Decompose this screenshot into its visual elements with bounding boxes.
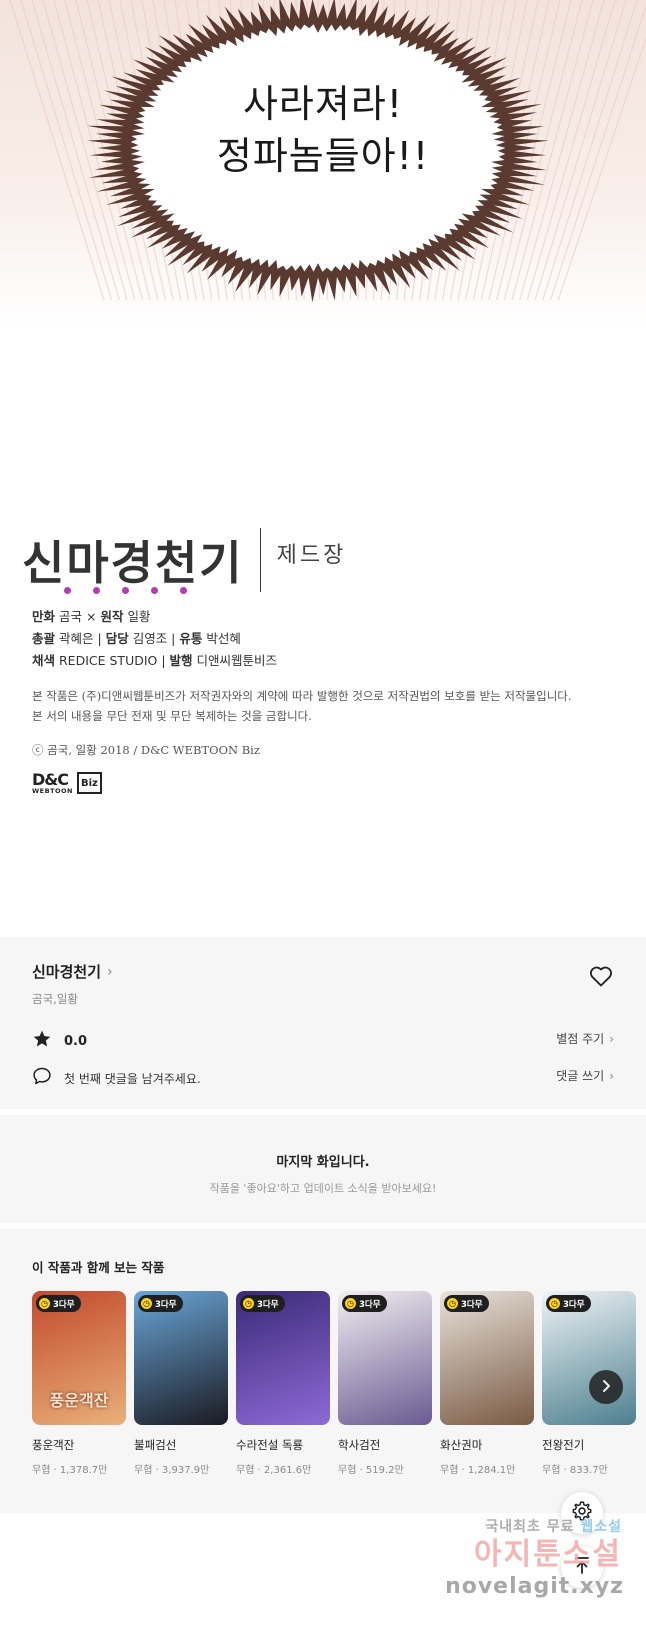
speech-bubble-text: 사라져라! 정파놈들아!!: [0, 78, 646, 182]
title-divider: [259, 528, 261, 592]
chevron-right-icon: ›: [107, 963, 113, 980]
publisher-logo-main: D&C: [32, 770, 69, 789]
notice-line-1: 본 작품은 (주)디앤씨웹툰비즈가 저작권자와의 계약에 따라 발행한 것으로 …: [32, 689, 572, 703]
last-episode-subtitle: 작품을 '좋아요'하고 업데이트 소식을 받아보세요!: [209, 1182, 437, 1195]
clock-icon: ◷: [549, 1298, 560, 1309]
free-badge: ◷ 3다무: [240, 1295, 285, 1312]
recommendation-meta: 무협 · 519.2만: [338, 1465, 404, 1476]
recommendation-meta: 무협 · 1,284.1만: [440, 1465, 516, 1476]
recommendation-thumbnail: ◷ 3다무풍운객잔: [32, 1291, 126, 1425]
chevron-right-icon: ›: [609, 1068, 614, 1083]
recommendation-card[interactable]: ◷ 3다무불패검선무협 · 3,937.9만: [134, 1291, 228, 1476]
free-badge-label: 3다무: [155, 1299, 177, 1310]
last-episode-title: 마지막 화입니다.: [276, 1155, 370, 1170]
comment-icon: [32, 1066, 52, 1090]
star-icon: [32, 1029, 52, 1053]
series-authors: 곰국,일황: [32, 992, 78, 1006]
staff-line-2: 총괄 곽혜은 | 담당 김영조 | 유통 박선혜: [32, 631, 241, 646]
recommendation-thumbnail: ◷ 3다무: [134, 1291, 228, 1425]
free-badge-label: 3다무: [359, 1299, 381, 1310]
recommendation-title: 풍운객잔: [32, 1438, 75, 1452]
recommendation-thumbnail: ◷ 3다무: [236, 1291, 330, 1425]
site-watermark: 국내최초 무료 웹소설 아지툰소설 novelagit.xyz: [440, 1516, 646, 1599]
free-badge: ◷ 3다무: [444, 1295, 489, 1312]
recommendation-title: 학사검전: [338, 1438, 381, 1452]
speech-line-2: 정파놈들아!!: [216, 134, 430, 178]
series-info-card: 신마경천기 › 곰국,일황 0.0 별점 주기 › 첫 번째 댓글을 남겨주세요…: [0, 937, 646, 1109]
rating-value: 0.0: [64, 1033, 88, 1049]
series-logo-text: 신마경천기: [22, 536, 244, 590]
chevron-right-icon: [599, 1378, 613, 1397]
series-title: 신마경천기: [32, 963, 102, 981]
clock-icon: ◷: [243, 1298, 254, 1309]
publisher-logo: D&C WEBTOON Biz: [32, 772, 646, 795]
publisher-logo-sub: WEBTOON: [32, 787, 73, 795]
recommendations-heading: 이 작품과 함께 보는 작품: [32, 1260, 165, 1275]
recommendation-meta: 무협 · 3,937.9만: [134, 1465, 210, 1476]
comment-row: 첫 번째 댓글을 남겨주세요.: [32, 1066, 201, 1090]
comic-panel: 사라져라! 정파놈들아!!: [0, 0, 646, 330]
speech-line-1: 사라져라!: [242, 82, 404, 126]
arrow-up-icon: [572, 1555, 592, 1579]
recommendation-card[interactable]: ◷ 3다무화산권마무협 · 1,284.1만: [440, 1291, 534, 1476]
write-comment-button[interactable]: 댓글 쓰기 ›: [556, 1067, 614, 1084]
free-badge: ◷ 3다무: [546, 1295, 591, 1312]
recommendation-thumbnail: ◷ 3다무: [542, 1291, 636, 1425]
gear-icon: [571, 1500, 593, 1526]
free-badge: ◷ 3다무: [342, 1295, 387, 1312]
chevron-right-icon: ›: [609, 1031, 614, 1046]
clock-icon: ◷: [447, 1298, 458, 1309]
recommendation-thumbnail: ◷ 3다무: [440, 1291, 534, 1425]
free-badge: ◷ 3다무: [138, 1295, 183, 1312]
watermark-line-3: novelagit.xyz: [445, 1574, 624, 1599]
free-badge-label: 3다무: [53, 1299, 75, 1310]
rating-row: 0.0: [32, 1029, 87, 1053]
recommendation-title: 불패검선: [134, 1438, 177, 1452]
free-badge-label: 3다무: [563, 1299, 585, 1310]
watermark-line-2: 아지툰소설: [474, 1537, 622, 1572]
clock-icon: ◷: [141, 1298, 152, 1309]
clock-icon: ◷: [345, 1298, 356, 1309]
staff-line-3: 채색 REDICE STUDIO | 발행 디앤씨웹툰비즈: [32, 653, 278, 668]
recommendation-thumbnail: ◷ 3다무: [338, 1291, 432, 1425]
settings-button[interactable]: [561, 1492, 603, 1534]
recommendation-title: 전왕전기: [542, 1438, 585, 1452]
series-title-row: 신마경천기 제드장: [22, 520, 646, 600]
staff-line-1: 만화 곰국 × 원작 일황: [32, 609, 151, 624]
recommendation-card[interactable]: ◷ 3다무 풍운객잔 풍운객잔 무협 · 1,378.7만: [32, 1291, 126, 1476]
logo-dots: [64, 587, 187, 594]
last-episode-banner: 마지막 화입니다. 작품을 '좋아요'하고 업데이트 소식을 받아보세요!: [0, 1115, 646, 1223]
publisher-logo-biz: Biz: [77, 772, 102, 795]
carousel-next-button[interactable]: [589, 1370, 623, 1404]
chapter-label: 제드장: [276, 543, 347, 568]
scroll-top-button[interactable]: [561, 1546, 603, 1588]
heart-icon[interactable]: [589, 965, 613, 991]
rate-button[interactable]: 별점 주기 ›: [556, 1030, 614, 1047]
free-badge-label: 3다무: [257, 1299, 279, 1310]
recommendations-section: 이 작품과 함께 보는 작품 ◷ 3다무 풍운객잔 풍운객잔 무협 · 1,378.7만…: [0, 1229, 646, 1513]
thumbnail-title-art: 풍운객잔: [49, 1391, 109, 1410]
recommendation-meta: 무협 · 2,361.6만: [236, 1465, 312, 1476]
series-logo: 신마경천기: [22, 527, 244, 594]
clock-icon: ◷: [39, 1298, 50, 1309]
recommendation-meta: 무협 · 1,378.7만: [32, 1465, 108, 1476]
copyright-notice: 본 작품은 (주)디앤씨웹툰비즈가 저작권자와의 계약에 따라 발행한 것으로 …: [22, 686, 646, 726]
staff-list: 만화 곰국 × 원작 일황 총괄 곽혜은 | 담당 김영조 | 유통 박선혜 채…: [22, 606, 646, 672]
watermark-line-1: 국내최초 무료 웹소설: [485, 1519, 622, 1535]
recommendation-list: ◷ 3다무 풍운객잔 풍운객잔 무협 · 1,378.7만 ◷ 3다무 불패검선 무협 · 3,…: [32, 1291, 636, 1476]
recommendation-card[interactable]: ◷ 3다무학사검전무협 · 519.2만: [338, 1291, 432, 1476]
free-badge: ◷ 3다무: [36, 1295, 81, 1312]
notice-line-2: 본 서의 내용을 무단 전재 및 무단 복제하는 것을 금합니다.: [32, 709, 312, 723]
copyright-line: ⓒ 곰국, 일황 2018 / D&C WEBTOON Biz: [32, 743, 260, 757]
series-title-link[interactable]: 신마경천기 ›: [32, 961, 113, 982]
recommendation-card[interactable]: ◷ 3다무수라전설 독룡무협 · 2,361.6만: [236, 1291, 330, 1476]
recommendation-title: 수라전설 독룡: [236, 1438, 304, 1452]
recommendation-meta: 무협 · 833.7만: [542, 1465, 608, 1476]
credits-section: 신마경천기 제드장 만화 곰국 × 원작 일황 총괄 곽혜은 | 담당 김영조 …: [0, 520, 646, 795]
comment-prompt: 첫 번째 댓글을 남겨주세요.: [64, 1071, 201, 1086]
write-comment-label: 댓글 쓰기: [556, 1069, 605, 1083]
rate-button-label: 별점 주기: [556, 1032, 605, 1046]
recommendation-title: 화산권마: [440, 1438, 483, 1452]
free-badge-label: 3다무: [461, 1299, 483, 1310]
